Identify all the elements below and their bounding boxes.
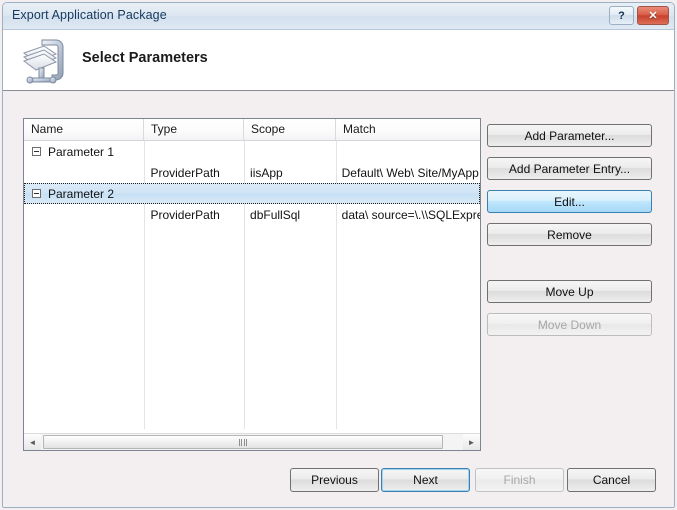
- scroll-left-icon[interactable]: ◄: [24, 434, 41, 450]
- title-bar-buttons: ? ✕: [609, 6, 669, 25]
- row-scope-cell: dbFullSql: [250, 207, 301, 222]
- move-down-button: Move Down: [487, 313, 652, 336]
- row-match-cell: Default\ Web\ Site/MyApp: [341, 165, 479, 180]
- row-scope-cell: iisApp: [250, 165, 283, 180]
- title-bar: Export Application Package ? ✕: [3, 3, 674, 30]
- header-band: Select Parameters: [3, 30, 674, 91]
- table-row[interactable]: ProviderPath iisApp Default\ Web\ Site/M…: [24, 162, 480, 183]
- scroll-right-icon[interactable]: ►: [463, 434, 480, 450]
- dialog-body: Name Type Scope Match Parameter 1 Provid…: [3, 91, 674, 507]
- package-clamp-icon: [22, 39, 64, 84]
- column-header-match[interactable]: Match: [336, 119, 480, 140]
- close-icon[interactable]: ✕: [637, 6, 669, 25]
- row-type-cell: ProviderPath: [150, 165, 220, 180]
- grid-body: Parameter 1 ProviderPath iisApp Default\…: [24, 141, 480, 429]
- row-name-cell: Parameter 1: [24, 145, 143, 159]
- next-button[interactable]: Next: [381, 468, 470, 492]
- scrollbar-thumb[interactable]: [43, 435, 443, 449]
- add-parameter-button[interactable]: Add Parameter...: [487, 124, 652, 147]
- column-header-scope[interactable]: Scope: [244, 119, 336, 140]
- page-title: Select Parameters: [82, 50, 208, 66]
- parameters-grid[interactable]: Name Type Scope Match Parameter 1 Provid…: [23, 118, 481, 451]
- collapse-icon[interactable]: [32, 147, 41, 156]
- edit-button[interactable]: Edit...: [487, 190, 652, 213]
- table-row[interactable]: ProviderPath dbFullSql data\ source=\.\\…: [24, 204, 480, 225]
- dialog-window: Export Application Package ? ✕ Select Pa…: [0, 0, 677, 510]
- collapse-icon[interactable]: [32, 189, 41, 198]
- grip-icon: [238, 438, 248, 446]
- column-header-type[interactable]: Type: [144, 119, 244, 140]
- window-frame: Export Application Package ? ✕ Select Pa…: [2, 2, 675, 508]
- column-header-name[interactable]: Name: [24, 119, 144, 140]
- side-button-panel: Add Parameter... Add Parameter Entry... …: [487, 118, 654, 451]
- finish-button: Finish: [475, 468, 564, 492]
- window-title: Export Application Package: [12, 8, 167, 22]
- row-name-cell: Parameter 2: [24, 187, 143, 201]
- row-name-label: Parameter 2: [48, 186, 115, 201]
- move-up-button[interactable]: Move Up: [487, 280, 652, 303]
- row-name-label: Parameter 1: [48, 144, 115, 159]
- help-icon[interactable]: ?: [609, 6, 634, 25]
- cancel-button[interactable]: Cancel: [567, 468, 656, 492]
- horizontal-scrollbar[interactable]: ◄ ►: [24, 433, 480, 450]
- previous-button[interactable]: Previous: [290, 468, 379, 492]
- add-parameter-entry-button[interactable]: Add Parameter Entry...: [487, 157, 652, 180]
- grid-header-row: Name Type Scope Match: [24, 119, 480, 141]
- scrollbar-track[interactable]: [41, 434, 463, 450]
- table-row-selected[interactable]: Parameter 2: [24, 183, 480, 204]
- row-type-cell: ProviderPath: [150, 207, 220, 222]
- dialog-footer: Previous Next Finish Cancel: [3, 455, 674, 507]
- row-match-cell: data\ source=\.\\SQLExpre: [341, 207, 480, 222]
- remove-button[interactable]: Remove: [487, 223, 652, 246]
- table-row[interactable]: Parameter 1: [24, 141, 480, 162]
